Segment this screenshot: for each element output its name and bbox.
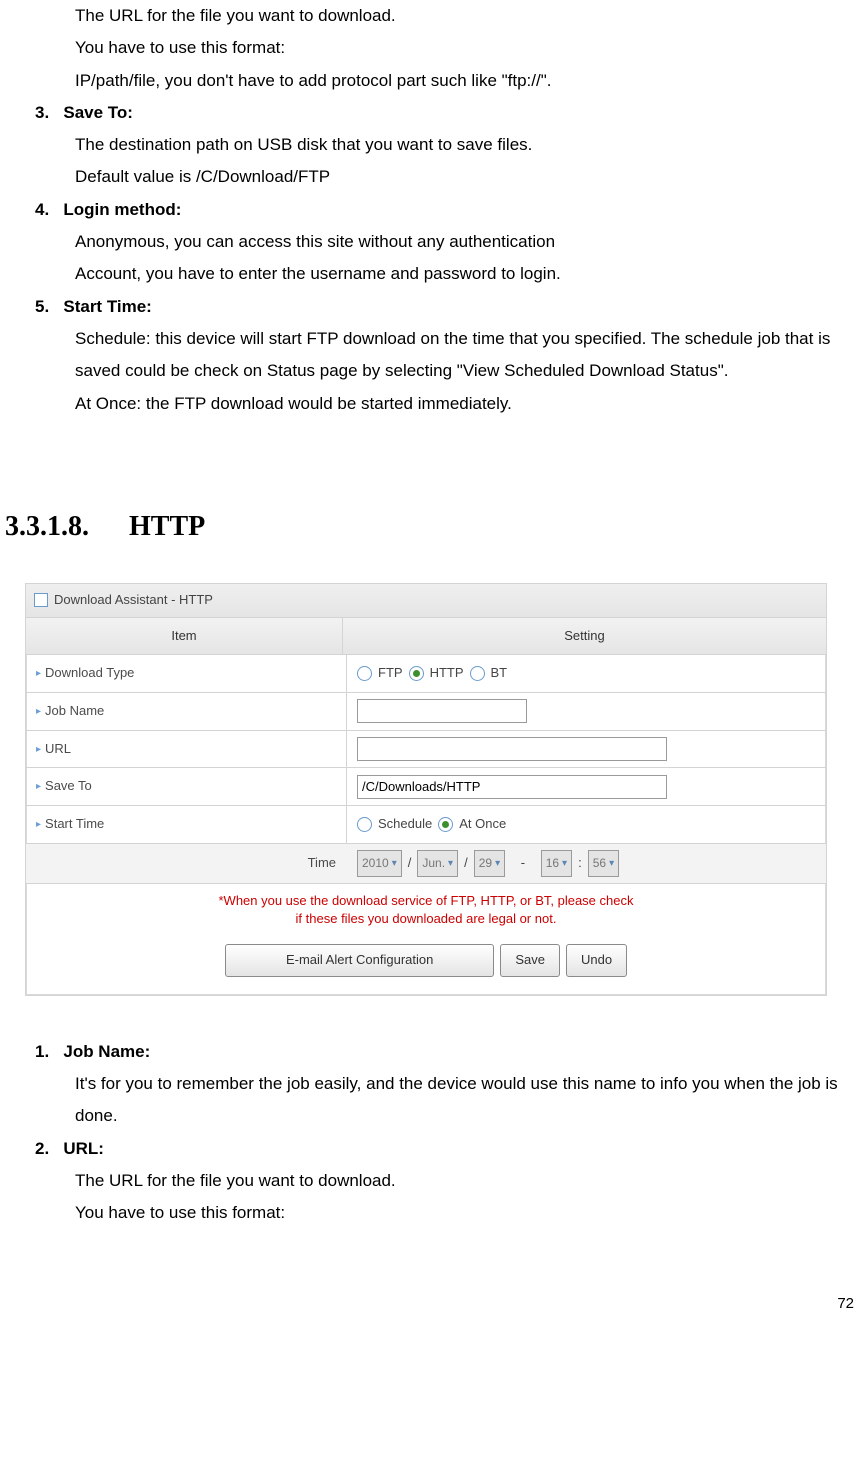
chevron-right-icon: ▸ bbox=[36, 815, 41, 834]
hour-select[interactable]: 16▾ bbox=[541, 850, 572, 877]
list-title: Login method: bbox=[63, 200, 181, 219]
download-assistant-panel: Download Assistant - HTTP Item Setting ▸… bbox=[25, 583, 827, 996]
section-heading: 3.3.1.8. HTTP bbox=[5, 500, 860, 553]
panel-title: Download Assistant - HTTP bbox=[54, 588, 213, 613]
list-item-3: 3. Save To: bbox=[35, 97, 860, 129]
job-name-input[interactable] bbox=[357, 699, 527, 723]
chevron-down-icon: ▾ bbox=[392, 854, 397, 873]
row-label: Save To bbox=[45, 774, 92, 799]
row-save-to: ▸Save To bbox=[26, 768, 826, 806]
expand-icon[interactable] bbox=[34, 593, 48, 607]
chevron-right-icon: ▸ bbox=[36, 664, 41, 683]
email-alert-button[interactable]: E-mail Alert Configuration bbox=[225, 944, 494, 977]
row-url: ▸URL bbox=[26, 731, 826, 769]
section-name: HTTP bbox=[129, 511, 205, 542]
list-number: 3. bbox=[35, 103, 49, 122]
list-title: Job Name: bbox=[63, 1042, 150, 1061]
row-label: Download Type bbox=[45, 661, 134, 686]
radio-ftp[interactable] bbox=[357, 666, 372, 681]
radio-http[interactable] bbox=[409, 666, 424, 681]
list-item-4: 4. Login method: bbox=[35, 194, 860, 226]
table-header: Item Setting bbox=[26, 618, 826, 656]
intro-line: You have to use this format: bbox=[75, 32, 860, 64]
chevron-right-icon: ▸ bbox=[36, 740, 41, 759]
row-download-type: ▸Download Type FTP HTTP BT bbox=[26, 655, 826, 693]
row-start-time: ▸Start Time Schedule At Once bbox=[26, 806, 826, 844]
row-label: Start Time bbox=[45, 812, 104, 837]
list-body: Anonymous, you can access this site with… bbox=[75, 226, 860, 258]
panel-title-bar: Download Assistant - HTTP bbox=[26, 584, 826, 618]
chevron-down-icon: ▾ bbox=[448, 854, 453, 873]
page-number: 72 bbox=[5, 1290, 860, 1319]
separator: - bbox=[521, 851, 525, 876]
section-number: 3.3.1.8. bbox=[5, 511, 89, 542]
list-body: At Once: the FTP download would be start… bbox=[75, 388, 860, 420]
undo-button[interactable]: Undo bbox=[566, 944, 627, 977]
separator: / bbox=[408, 851, 412, 876]
list-body: It's for you to remember the job easily,… bbox=[75, 1068, 860, 1133]
list-number: 4. bbox=[35, 200, 49, 219]
row-job-name: ▸Job Name bbox=[26, 693, 826, 731]
list-number: 2. bbox=[35, 1139, 49, 1158]
list-item-2: 2. URL: bbox=[35, 1133, 860, 1165]
row-label: Time bbox=[308, 851, 336, 876]
list-body: Account, you have to enter the username … bbox=[75, 258, 860, 290]
save-button[interactable]: Save bbox=[500, 944, 560, 977]
list-body: Schedule: this device will start FTP dow… bbox=[75, 323, 860, 388]
url-input[interactable] bbox=[357, 737, 667, 761]
list-body: The URL for the file you want to downloa… bbox=[75, 1165, 860, 1197]
month-select[interactable]: Jun.▾ bbox=[417, 850, 458, 877]
row-time: Time 2010▾ / Jun.▾ / 29▾ - 16▾ : 56▾ bbox=[26, 844, 826, 884]
minute-select[interactable]: 56▾ bbox=[588, 850, 619, 877]
list-body: Default value is /C/Download/FTP bbox=[75, 161, 860, 193]
radio-label: BT bbox=[491, 661, 508, 686]
chevron-down-icon: ▾ bbox=[562, 854, 567, 873]
chevron-right-icon: ▸ bbox=[36, 777, 41, 796]
chevron-down-icon: ▾ bbox=[609, 854, 614, 873]
list-title: Start Time: bbox=[63, 297, 152, 316]
list-title: URL: bbox=[63, 1139, 104, 1158]
list-item-1: 1. Job Name: bbox=[35, 1036, 860, 1068]
list-number: 1. bbox=[35, 1042, 49, 1061]
chevron-down-icon: ▾ bbox=[495, 854, 500, 873]
radio-bt[interactable] bbox=[470, 666, 485, 681]
radio-schedule[interactable] bbox=[357, 817, 372, 832]
radio-label: Schedule bbox=[378, 812, 432, 837]
radio-label: FTP bbox=[378, 661, 403, 686]
list-title: Save To: bbox=[63, 103, 133, 122]
list-body: The destination path on USB disk that yo… bbox=[75, 129, 860, 161]
chevron-right-icon: ▸ bbox=[36, 702, 41, 721]
list-body: You have to use this format: bbox=[75, 1197, 860, 1229]
row-label: URL bbox=[45, 737, 71, 762]
radio-label: At Once bbox=[459, 812, 506, 837]
warning-text: *When you use the download service of FT… bbox=[26, 884, 826, 932]
save-to-input[interactable] bbox=[357, 775, 667, 799]
day-select[interactable]: 29▾ bbox=[474, 850, 505, 877]
separator: : bbox=[578, 851, 582, 876]
year-select[interactable]: 2010▾ bbox=[357, 850, 402, 877]
header-setting: Setting bbox=[343, 618, 826, 655]
header-item: Item bbox=[26, 618, 343, 655]
radio-label: HTTP bbox=[430, 661, 464, 686]
radio-at-once[interactable] bbox=[438, 817, 453, 832]
separator: / bbox=[464, 851, 468, 876]
intro-line: IP/path/file, you don't have to add prot… bbox=[75, 65, 860, 97]
list-item-5: 5. Start Time: bbox=[35, 291, 860, 323]
button-row: E-mail Alert Configuration Save Undo bbox=[26, 932, 826, 995]
list-number: 5. bbox=[35, 297, 49, 316]
row-label: Job Name bbox=[45, 699, 104, 724]
intro-line: The URL for the file you want to downloa… bbox=[75, 0, 860, 32]
